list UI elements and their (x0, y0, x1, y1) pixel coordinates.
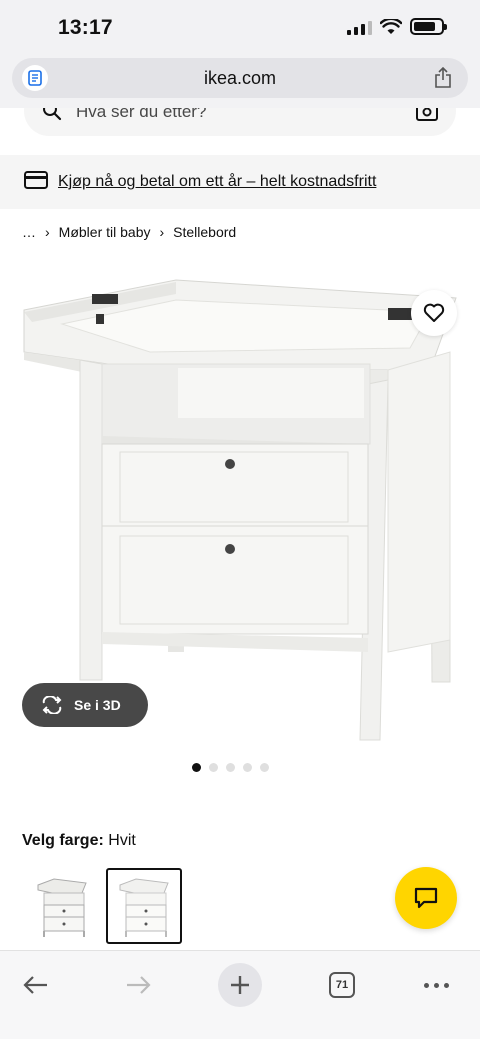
carousel-dot[interactable] (259, 763, 269, 772)
promo-banner[interactable]: Kjøp nå og betal om ett år – helt kostna… (0, 155, 480, 209)
tabs-count: 71 (329, 972, 355, 998)
promo-link[interactable]: Kjøp nå og betal om ett år – helt kostna… (58, 173, 376, 191)
breadcrumb-item-changing-table[interactable]: Stellebord (173, 224, 236, 240)
credit-card-icon (24, 170, 48, 194)
heart-icon (423, 303, 445, 322)
back-arrow-icon (23, 976, 47, 994)
color-label: Velg farge: (22, 832, 104, 849)
color-swatch-selected[interactable] (106, 868, 182, 944)
carousel-dot[interactable] (208, 763, 218, 772)
plus-icon (231, 976, 249, 994)
forward-arrow-icon (127, 976, 151, 994)
carousel-dot[interactable] (242, 763, 252, 772)
browser-address-area: ikea.com (0, 56, 480, 108)
carousel-dot[interactable] (225, 763, 235, 772)
status-bar: 13:17 (0, 0, 480, 56)
more-button[interactable] (414, 963, 458, 1007)
product-image[interactable] (0, 260, 480, 750)
carousel-dots (0, 763, 480, 772)
view-3d-label: Se i 3D (74, 697, 121, 713)
color-swatch-option[interactable] (24, 868, 100, 944)
color-value: Hvit (108, 832, 136, 849)
rotate-3d-icon (42, 696, 62, 714)
chat-icon (414, 887, 438, 909)
url-bar[interactable]: ikea.com (12, 58, 468, 98)
status-time: 13:17 (58, 16, 113, 39)
carousel-dot[interactable] (191, 763, 201, 772)
new-tab-button[interactable] (218, 963, 262, 1007)
back-button[interactable] (14, 963, 58, 1007)
browser-toolbar: 71 (0, 950, 480, 1039)
forward-button[interactable] (116, 963, 160, 1007)
tabs-button[interactable]: 71 (320, 963, 364, 1007)
color-selection: Velg farge: Hvit (22, 832, 136, 850)
breadcrumb-item-baby-furniture[interactable]: Møbler til baby (59, 224, 151, 240)
battery-icon (410, 18, 447, 35)
more-icon (423, 982, 449, 988)
breadcrumb-ellipsis[interactable]: … (22, 224, 36, 240)
favorite-button[interactable] (411, 290, 457, 336)
view-3d-button[interactable]: Se i 3D (22, 683, 148, 727)
status-icons (347, 18, 447, 35)
url-text[interactable]: ikea.com (12, 68, 468, 89)
breadcrumb: … › Møbler til baby › Stellebord (22, 224, 236, 240)
chevron-right-icon: › (159, 224, 165, 240)
chevron-right-icon: › (45, 224, 50, 240)
share-icon[interactable] (430, 65, 456, 91)
cellular-signal-icon (347, 19, 372, 35)
wifi-icon (380, 18, 402, 34)
chat-button[interactable] (395, 867, 457, 929)
